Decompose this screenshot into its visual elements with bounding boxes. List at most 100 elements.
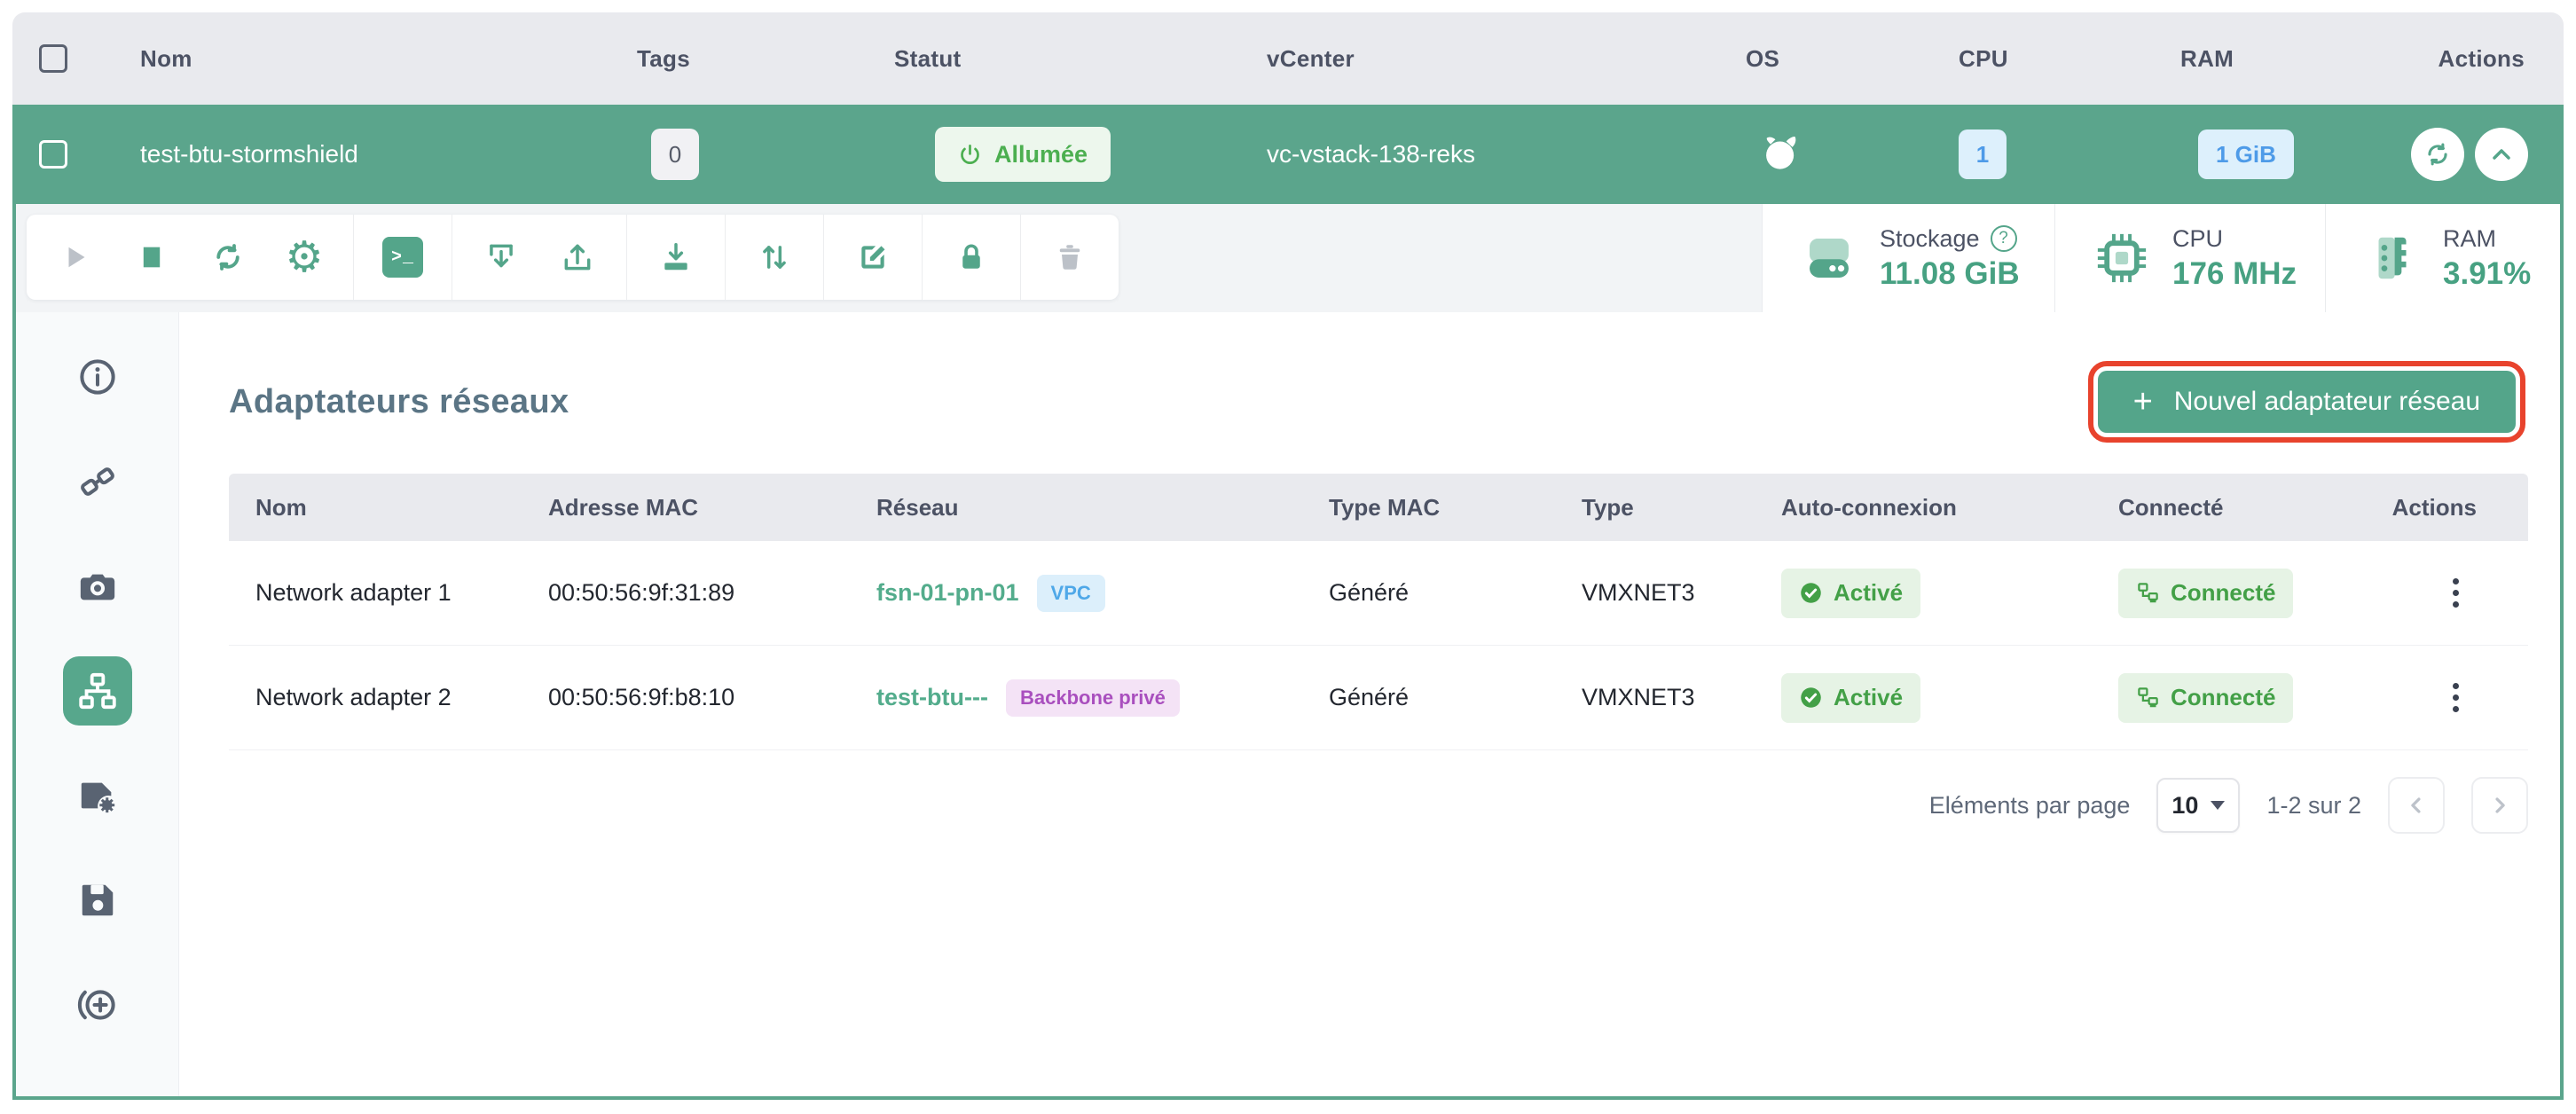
th-connecte: Connecté	[2118, 494, 2380, 522]
lock-button[interactable]	[933, 215, 1009, 300]
sidebar-item-info[interactable]	[63, 342, 132, 412]
console-button[interactable]: >_	[365, 215, 441, 300]
connected-badge: Connecté	[2118, 673, 2293, 723]
network-link[interactable]: test-btu---	[876, 684, 988, 711]
vm-row-checkbox[interactable]	[39, 140, 67, 169]
play-button[interactable]	[37, 215, 114, 300]
trash-icon	[1054, 241, 1086, 273]
next-page-button[interactable]	[2471, 777, 2528, 834]
auto-connect-badge: Activé	[1781, 673, 1920, 723]
adapter-mac-type: Généré	[1329, 579, 1582, 607]
chevron-up-icon	[2487, 140, 2516, 169]
adapter-type: VMXNET3	[1582, 579, 1781, 607]
adapters-table-header: Nom Adresse MAC Réseau Type MAC Type Aut…	[229, 474, 2528, 541]
connected-badge: Connecté	[2118, 569, 2293, 618]
row-actions-menu[interactable]	[2446, 676, 2466, 719]
network-connected-icon	[2136, 581, 2160, 605]
th-type-mac: Type MAC	[1329, 494, 1582, 522]
vm-list-panel: Nom Tags Statut vCenter OS CPU RAM Actio…	[12, 12, 2564, 1103]
col-nom: Nom	[119, 45, 616, 73]
sidebar-item-attach-device[interactable]	[63, 970, 132, 1039]
adapter-mac: 00:50:56:9f:b8:10	[548, 684, 876, 711]
list-header-row: Nom Tags Statut vCenter OS CPU RAM Actio…	[12, 12, 2564, 105]
tags-count-badge: 0	[651, 129, 699, 180]
row-actions-menu[interactable]	[2446, 571, 2466, 615]
sync-icon	[2423, 140, 2452, 169]
ram-badge: 1 GiB	[2198, 129, 2294, 179]
ram-stat: RAM 3.91%	[2325, 204, 2560, 312]
adapter-row-1: Network adapter 1 00:50:56:9f:31:89 fsn-…	[229, 541, 2528, 646]
save-icon	[77, 880, 118, 921]
auto-connect-badge: Activé	[1781, 569, 1920, 618]
chevron-right-icon	[2487, 793, 2512, 818]
cpu-stat: CPU 176 MHz	[2054, 204, 2325, 312]
ram-icon	[2365, 231, 2420, 286]
pagination: Eléments par page 10 1-2 sur 2	[229, 777, 2528, 834]
swap-vertical-icon	[758, 240, 791, 274]
power-icon	[958, 143, 982, 167]
info-icon	[77, 357, 118, 397]
page-title: Adaptateurs réseaux	[229, 383, 569, 421]
adapter-name: Network adapter 1	[229, 579, 548, 607]
swap-button[interactable]	[736, 215, 813, 300]
install-down-icon	[484, 240, 518, 274]
gear-icon: ⚙	[285, 236, 323, 278]
collapse-row-button[interactable]	[2475, 128, 2528, 181]
edit-button[interactable]	[835, 215, 911, 300]
th-reseau: Réseau	[876, 494, 1329, 522]
th-mac: Adresse MAC	[548, 494, 876, 522]
network-type-badge: VPC	[1037, 575, 1105, 612]
refresh-icon	[211, 240, 245, 274]
stop-icon	[137, 242, 167, 272]
export-button[interactable]	[539, 215, 616, 300]
adapter-mac: 00:50:56:9f:31:89	[548, 579, 876, 607]
check-circle-icon	[1799, 686, 1823, 710]
camera-icon	[77, 566, 118, 607]
download-button[interactable]	[638, 215, 714, 300]
vm-row[interactable]: test-btu-stormshield 0 Allumée vc-vstack…	[12, 105, 2564, 204]
sidebar-item-cables[interactable]	[63, 447, 132, 516]
terminal-icon: >_	[382, 237, 423, 278]
network-connected-icon	[2136, 686, 2160, 710]
delete-button[interactable]	[1032, 215, 1108, 300]
sidebar-item-network-adapters[interactable]	[63, 656, 132, 726]
page-range: 1-2 sur 2	[2266, 792, 2361, 820]
adapters-content: Adaptateurs réseaux + Nouvel adaptateur …	[179, 312, 2560, 1096]
ram-value: 3.91%	[2443, 256, 2531, 292]
sidebar-item-backups[interactable]	[63, 866, 132, 935]
adapter-row-2: Network adapter 2 00:50:56:9f:b8:10 test…	[229, 646, 2528, 750]
vm-vcenter: vc-vstack-138-reks	[1245, 140, 1724, 169]
col-actions: Actions	[2399, 45, 2564, 73]
col-cpu: CPU	[1937, 45, 2159, 73]
adapter-type: VMXNET3	[1582, 684, 1781, 711]
stop-button[interactable]	[114, 215, 190, 300]
status-badge: Allumée	[935, 127, 1111, 182]
sidebar-item-disk-settings[interactable]	[63, 761, 132, 830]
help-icon[interactable]: ?	[1991, 225, 2017, 252]
adapters-table: Nom Adresse MAC Réseau Type MAC Type Aut…	[229, 474, 2528, 750]
download-icon	[659, 240, 693, 274]
th-auto-connexion: Auto-connexion	[1781, 494, 2118, 522]
chevron-left-icon	[2404, 793, 2429, 818]
disk-gear-icon	[77, 775, 118, 816]
lock-icon	[955, 241, 987, 273]
restart-button[interactable]	[190, 215, 266, 300]
cpu-label: CPU	[2172, 225, 2223, 253]
play-icon	[59, 241, 91, 273]
select-all-checkbox[interactable]	[39, 44, 67, 73]
previous-page-button[interactable]	[2388, 777, 2445, 834]
col-vcenter: vCenter	[1245, 45, 1724, 73]
storage-stat: Stockage ? 11.08 GiB	[1762, 204, 2054, 312]
install-button[interactable]	[463, 215, 539, 300]
storage-label: Stockage	[1880, 225, 1980, 253]
network-link[interactable]: fsn-01-pn-01	[876, 579, 1019, 607]
col-tags: Tags	[616, 45, 873, 73]
sync-button[interactable]	[2411, 128, 2464, 181]
settings-button[interactable]: ⚙	[266, 215, 342, 300]
per-page-select[interactable]: 10	[2156, 778, 2240, 833]
new-adapter-button[interactable]: + Nouvel adaptateur réseau	[2098, 371, 2516, 433]
edit-icon	[856, 240, 890, 274]
check-circle-icon	[1799, 581, 1823, 605]
cpu-value: 176 MHz	[2172, 256, 2297, 292]
sidebar-item-snapshots[interactable]	[63, 552, 132, 621]
